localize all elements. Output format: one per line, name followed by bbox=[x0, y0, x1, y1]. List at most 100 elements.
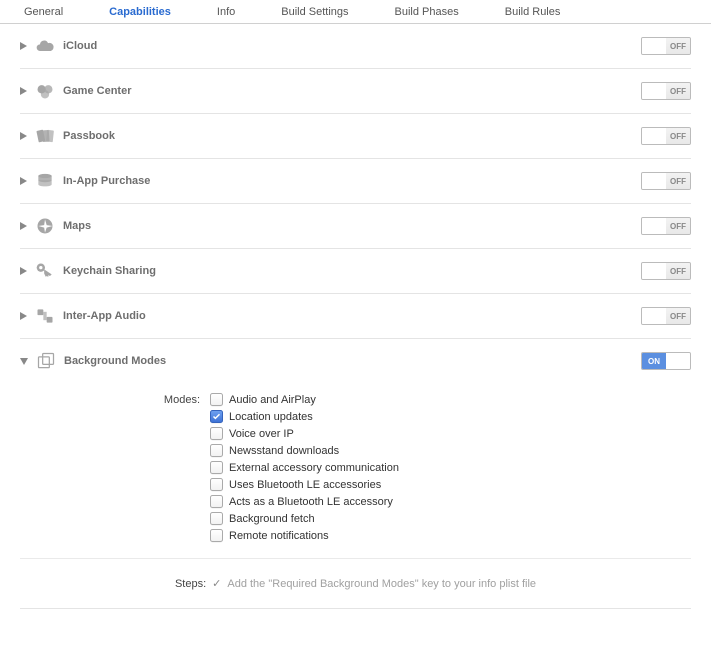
capability-toggle[interactable]: OFF bbox=[641, 172, 691, 190]
section-in-app-purchase: In-App PurchaseOFF bbox=[20, 159, 691, 204]
toggle-off-label: OFF bbox=[666, 263, 690, 279]
toggle-off-label: OFF bbox=[666, 128, 690, 144]
mode-label: Acts as a Bluetooth LE accessory bbox=[229, 496, 393, 508]
section-title: iCloud bbox=[63, 40, 633, 52]
section-header[interactable]: Game Center OFF bbox=[20, 81, 691, 101]
tab-bar: General Capabilities Info Build Settings Bui… bbox=[0, 0, 711, 24]
keychain-icon bbox=[35, 261, 55, 281]
section-inter-app-audio: Inter-App Audio OFF bbox=[20, 294, 691, 339]
disclosure-triangle-icon[interactable] bbox=[20, 177, 27, 185]
disclosure-triangle-icon[interactable] bbox=[20, 132, 27, 140]
toggle-thumb bbox=[642, 38, 666, 54]
toggle-off-label: OFF bbox=[666, 308, 690, 324]
steps-text: Add the "Required Background Modes" key … bbox=[227, 578, 536, 590]
mode-checkbox[interactable] bbox=[210, 444, 223, 457]
capability-toggle[interactable]: ON bbox=[641, 352, 691, 370]
mode-label: Uses Bluetooth LE accessories bbox=[229, 479, 381, 491]
section-header[interactable]: Passbook OFF bbox=[20, 126, 691, 146]
toggle-thumb bbox=[642, 128, 666, 144]
disclosure-triangle-icon[interactable] bbox=[20, 222, 27, 230]
checkmark-icon: ✓ bbox=[212, 577, 221, 590]
mode-checkbox[interactable] bbox=[210, 512, 223, 525]
modes-label: Modes: bbox=[150, 393, 200, 406]
mode-row: Audio and AirPlay bbox=[210, 393, 399, 406]
section-header[interactable]: Background ModesON bbox=[20, 351, 691, 371]
passbook-icon bbox=[35, 126, 55, 146]
mode-checkbox[interactable] bbox=[210, 495, 223, 508]
interapp-audio-icon bbox=[35, 306, 55, 326]
steps-row: Steps: ✓ Add the "Required Background Mode… bbox=[20, 558, 691, 596]
section-header[interactable]: In-App PurchaseOFF bbox=[20, 171, 691, 191]
mode-checkbox[interactable] bbox=[210, 461, 223, 474]
section-title: Game Center bbox=[63, 85, 633, 97]
toggle-off-label: OFF bbox=[666, 218, 690, 234]
capability-toggle[interactable]: OFF bbox=[641, 262, 691, 280]
section-header[interactable]: Maps OFF bbox=[20, 216, 691, 236]
iap-icon bbox=[35, 171, 55, 191]
disclosure-triangle-icon[interactable] bbox=[20, 87, 27, 95]
section-title: Inter-App Audio bbox=[63, 310, 633, 322]
section-passbook: Passbook OFF bbox=[20, 114, 691, 159]
mode-label: Remote notifications bbox=[229, 530, 329, 542]
mode-row: Newsstand downloads bbox=[210, 444, 399, 457]
section-maps: Maps OFF bbox=[20, 204, 691, 249]
capabilities-sections: iCloudOFFGame CenterOFFPassbookOFFIn-App… bbox=[0, 24, 711, 609]
toggle-thumb bbox=[642, 263, 666, 279]
section-header[interactable]: Keychain Sharing OFF bbox=[20, 261, 691, 281]
mode-checkbox[interactable] bbox=[210, 410, 223, 423]
tab-info[interactable]: Info bbox=[213, 0, 239, 23]
background-modes-icon bbox=[36, 351, 56, 371]
section-title: Maps bbox=[63, 220, 633, 232]
mode-label: Voice over IP bbox=[229, 428, 294, 440]
modes-list: Audio and AirPlay Location updates Voice o… bbox=[210, 393, 399, 542]
toggle-off-label: OFF bbox=[666, 38, 690, 54]
tab-build-phases[interactable]: Build Phases bbox=[391, 0, 463, 23]
mode-checkbox[interactable] bbox=[210, 478, 223, 491]
mode-row: Background fetch bbox=[210, 512, 399, 525]
tab-general[interactable]: General bbox=[20, 0, 67, 23]
toggle-off-label: OFF bbox=[666, 83, 690, 99]
disclosure-triangle-icon[interactable] bbox=[20, 42, 27, 50]
capability-toggle[interactable]: OFF bbox=[641, 217, 691, 235]
mode-checkbox[interactable] bbox=[210, 529, 223, 542]
mode-label: Newsstand downloads bbox=[229, 445, 339, 457]
section-header[interactable]: iCloud OFF bbox=[20, 36, 691, 56]
disclosure-triangle-icon[interactable] bbox=[20, 267, 27, 275]
steps-label: Steps: bbox=[175, 578, 206, 590]
toggle-on-label: ON bbox=[642, 353, 666, 369]
toggle-thumb bbox=[666, 353, 690, 369]
tab-build-rules[interactable]: Build Rules bbox=[501, 0, 565, 23]
mode-label: Audio and AirPlay bbox=[229, 394, 316, 406]
mode-label: External accessory communication bbox=[229, 462, 399, 474]
section-background-modes: Background ModesON Modes: Audio and AirPla… bbox=[20, 339, 691, 609]
capability-toggle[interactable]: OFF bbox=[641, 127, 691, 145]
mode-row: Voice over IP bbox=[210, 427, 399, 440]
mode-row: Uses Bluetooth LE accessories bbox=[210, 478, 399, 491]
mode-row: Location updates bbox=[210, 410, 399, 423]
disclosure-triangle-icon[interactable] bbox=[20, 312, 27, 320]
section-title: Passbook bbox=[63, 130, 633, 142]
toggle-thumb bbox=[642, 83, 666, 99]
maps-icon bbox=[35, 216, 55, 236]
disclosure-triangle-icon[interactable] bbox=[20, 358, 28, 365]
section-title: Keychain Sharing bbox=[63, 265, 633, 277]
toggle-off-label: OFF bbox=[666, 173, 690, 189]
toggle-thumb bbox=[642, 218, 666, 234]
section-header[interactable]: Inter-App Audio OFF bbox=[20, 306, 691, 326]
tab-capabilities[interactable]: Capabilities bbox=[105, 0, 175, 23]
tab-build-settings[interactable]: Build Settings bbox=[277, 0, 352, 23]
capability-toggle[interactable]: OFF bbox=[641, 37, 691, 55]
mode-checkbox[interactable] bbox=[210, 393, 223, 406]
capability-toggle[interactable]: OFF bbox=[641, 82, 691, 100]
section-icloud: iCloud OFF bbox=[20, 24, 691, 69]
mode-checkbox[interactable] bbox=[210, 427, 223, 440]
mode-row: External accessory communication bbox=[210, 461, 399, 474]
mode-row: Acts as a Bluetooth LE accessory bbox=[210, 495, 399, 508]
mode-row: Remote notifications bbox=[210, 529, 399, 542]
section-game-center: Game Center OFF bbox=[20, 69, 691, 114]
background-modes-body: Modes: Audio and AirPlay Location updates V… bbox=[20, 371, 691, 542]
gamecenter-icon bbox=[35, 81, 55, 101]
cloud-icon bbox=[35, 36, 55, 56]
capability-toggle[interactable]: OFF bbox=[641, 307, 691, 325]
section-keychain-sharing: Keychain Sharing OFF bbox=[20, 249, 691, 294]
